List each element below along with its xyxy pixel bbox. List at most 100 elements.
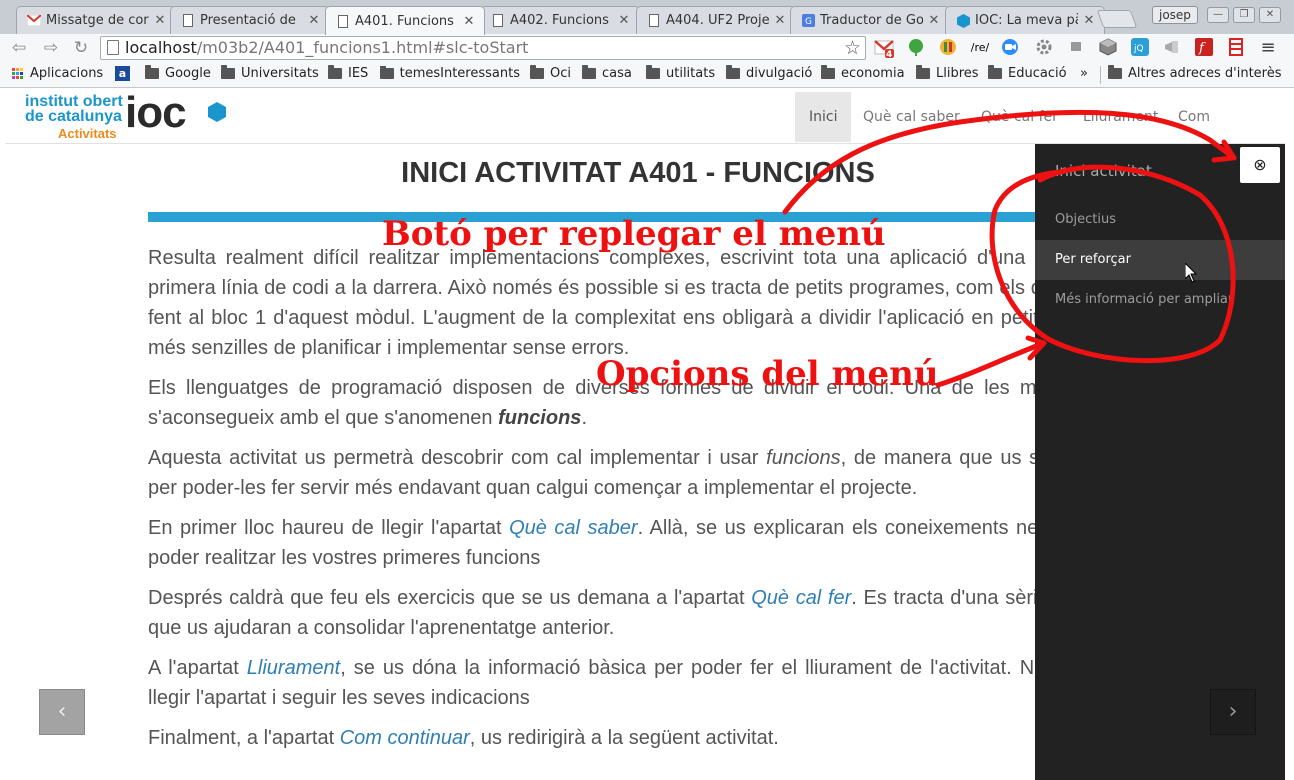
paragraph-text: A l'apartat [148, 657, 239, 679]
evernote-icon[interactable] [906, 38, 926, 58]
side-menu-item-objectius[interactable]: Objectius [1035, 200, 1285, 240]
browser-toolbar: ⇦ ⇨ ↻ localhost/m03b2/A401_funcions1.htm… [0, 34, 1294, 62]
logo-line-2: de catalunya [25, 108, 122, 125]
svg-text:jQ: jQ [1133, 44, 1144, 54]
tab-traductor[interactable]: G Traductor de Go ✕ [790, 6, 950, 34]
regex-extension-icon[interactable]: /re/ [970, 38, 990, 58]
bookmarks-overflow-button[interactable]: » [1080, 66, 1088, 81]
window-close-icon[interactable]: ✕ [1259, 7, 1281, 23]
close-icon[interactable]: ✕ [1082, 13, 1096, 28]
tab-label: Missatge de cor [46, 13, 149, 28]
folder-icon [1108, 65, 1122, 79]
gmail-icon [27, 14, 41, 28]
tab-gmail[interactable]: Missatge de cor ✕ [16, 6, 176, 34]
bookmark-folder-other[interactable]: Altres adreces d'interès [1108, 65, 1282, 81]
tab-a404[interactable]: A404. UF2 Proje ✕ [636, 6, 796, 34]
bookmark-label: utilitats [666, 66, 716, 81]
bookmark-folder-casa[interactable]: casa [582, 65, 632, 81]
bookmark-folder-divulgacio[interactable]: divulgació [726, 65, 812, 81]
logo-line-1: institut obert [25, 93, 123, 110]
paragraph-text: , us redirigirà a la següent activitat. [469, 727, 779, 749]
side-menu-item-mes-informacio[interactable]: Més informació per ampliar [1035, 280, 1285, 320]
nav-que-cal-saber[interactable]: Què cal saber [849, 92, 974, 142]
bookmark-folder-temesinteressants[interactable]: temesInteressants [380, 66, 520, 81]
address-bar[interactable]: localhost/m03b2/A401_funcions1.html#slc-… [100, 36, 866, 60]
bookmark-folder-oci[interactable]: Oci [530, 65, 571, 81]
bookmark-folder-google[interactable]: Google [145, 65, 211, 81]
nav-lliurament[interactable]: Lliurament [1069, 92, 1172, 142]
logo[interactable]: institut obert de catalunya [25, 93, 123, 125]
bookmark-amazon[interactable]: a [115, 66, 130, 81]
paragraph-saber: En primer lloc haureu de llegir l'aparta… [148, 513, 1148, 573]
settings-gear-icon[interactable] [1034, 38, 1054, 58]
gmail-checker-icon[interactable]: 4 [874, 38, 894, 60]
bookmarks-separator [1100, 66, 1101, 84]
bookmark-label: Llibres [936, 66, 979, 81]
nav-que-cal-fer[interactable]: Què cal fer [967, 92, 1072, 142]
close-icon[interactable]: ✕ [153, 13, 167, 28]
bookmark-apps[interactable]: Aplicacions [12, 66, 103, 81]
paragraph-text: Aquesta activitat us permetrà descobrir … [148, 447, 759, 469]
jquery-icon[interactable]: jQ [1130, 38, 1150, 58]
logo-hexagon-icon [208, 102, 226, 122]
close-icon[interactable]: ✕ [927, 13, 941, 28]
tab-presentacio[interactable]: Presentació de ✕ [170, 6, 330, 34]
logo-mark: ioc [125, 88, 187, 137]
color-picker-icon[interactable] [938, 38, 958, 58]
collapse-menu-button[interactable]: ⊗ [1240, 147, 1280, 183]
link-com-continuar[interactable]: Com continuar [340, 727, 470, 749]
tab-a402[interactable]: A402. Funcions ✕ [480, 6, 640, 34]
profile-button[interactable]: josep [1152, 6, 1198, 24]
tab-ioc[interactable]: IOC: La meva pà ✕ [945, 6, 1105, 34]
tab-a401[interactable]: A401. Funcions ✕ [325, 6, 485, 35]
close-icon[interactable]: ✕ [462, 14, 476, 29]
next-slide-button[interactable]: › [1210, 689, 1256, 735]
bookmark-label: IES [348, 66, 369, 81]
apps-icon [12, 68, 23, 79]
nav-com-continuar[interactable]: Com continuar [1164, 92, 1285, 175]
cube-icon[interactable] [1098, 38, 1118, 58]
tab-label: Presentació de [200, 13, 296, 28]
emphasis-funcions: funcions [498, 407, 582, 429]
bookmark-folder-ies[interactable]: IES [328, 65, 369, 81]
bookmark-folder-utilitats[interactable]: utilitats [646, 65, 716, 81]
link-lliurament[interactable]: Lliurament [247, 657, 340, 679]
nav-inici[interactable]: Inici [795, 92, 852, 142]
maximize-icon[interactable]: ❐ [1233, 7, 1255, 23]
link-que-cal-fer[interactable]: Què cal fer [751, 587, 851, 609]
reload-icon[interactable]: ↻ [70, 37, 92, 59]
flash-icon[interactable]: f [1194, 38, 1214, 58]
new-tab-button[interactable] [1096, 10, 1138, 28]
bookmark-folder-llibres[interactable]: Llibres [916, 65, 979, 81]
side-menu-item-per-reforcar[interactable]: Per reforçar [1035, 240, 1285, 280]
ruler-icon[interactable] [1226, 38, 1246, 58]
hamburger-menu-icon[interactable]: ≡ [1258, 38, 1278, 58]
paragraph-continuar: Finalment, a l'apartat Com continuar, us… [148, 723, 1148, 753]
bookmark-label: Universitats [241, 66, 319, 81]
side-menu-title: Inici activitat [1055, 162, 1152, 180]
tab-label: IOC: La meva pà [975, 13, 1078, 28]
back-icon[interactable]: ⇦ [8, 37, 30, 59]
bookmark-folder-universitats[interactable]: Universitats [221, 65, 319, 81]
page-icon [107, 40, 119, 55]
page-icon [181, 14, 195, 28]
bookmark-folder-economia[interactable]: economia [821, 65, 905, 81]
tab-label: A401. Funcions [355, 13, 454, 29]
folder-icon [582, 65, 596, 79]
link-que-cal-saber[interactable]: Què cal saber [509, 517, 637, 539]
previous-slide-button[interactable]: ‹ [39, 689, 85, 735]
megaphone-icon[interactable] [1162, 38, 1182, 58]
close-icon[interactable]: ✕ [307, 13, 321, 28]
bookmark-folder-educacio[interactable]: Educació [988, 65, 1067, 81]
close-icon[interactable]: ✕ [617, 13, 631, 28]
close-icon[interactable]: ✕ [773, 13, 787, 28]
paragraph-activity: Aquesta activitat us permetrà descobrir … [148, 443, 1148, 503]
bookmark-label: Google [165, 66, 211, 81]
paragraph-text: Finalment, a l'apartat [148, 727, 335, 749]
scissors-icon[interactable] [1066, 38, 1086, 58]
zoom-icon[interactable] [1000, 38, 1020, 58]
minimize-icon[interactable]: — [1207, 7, 1229, 23]
forward-icon[interactable]: ⇨ [40, 37, 62, 59]
bookmark-star-icon[interactable]: ☆ [844, 37, 861, 59]
emphasis-funcions: funcions [766, 447, 841, 469]
